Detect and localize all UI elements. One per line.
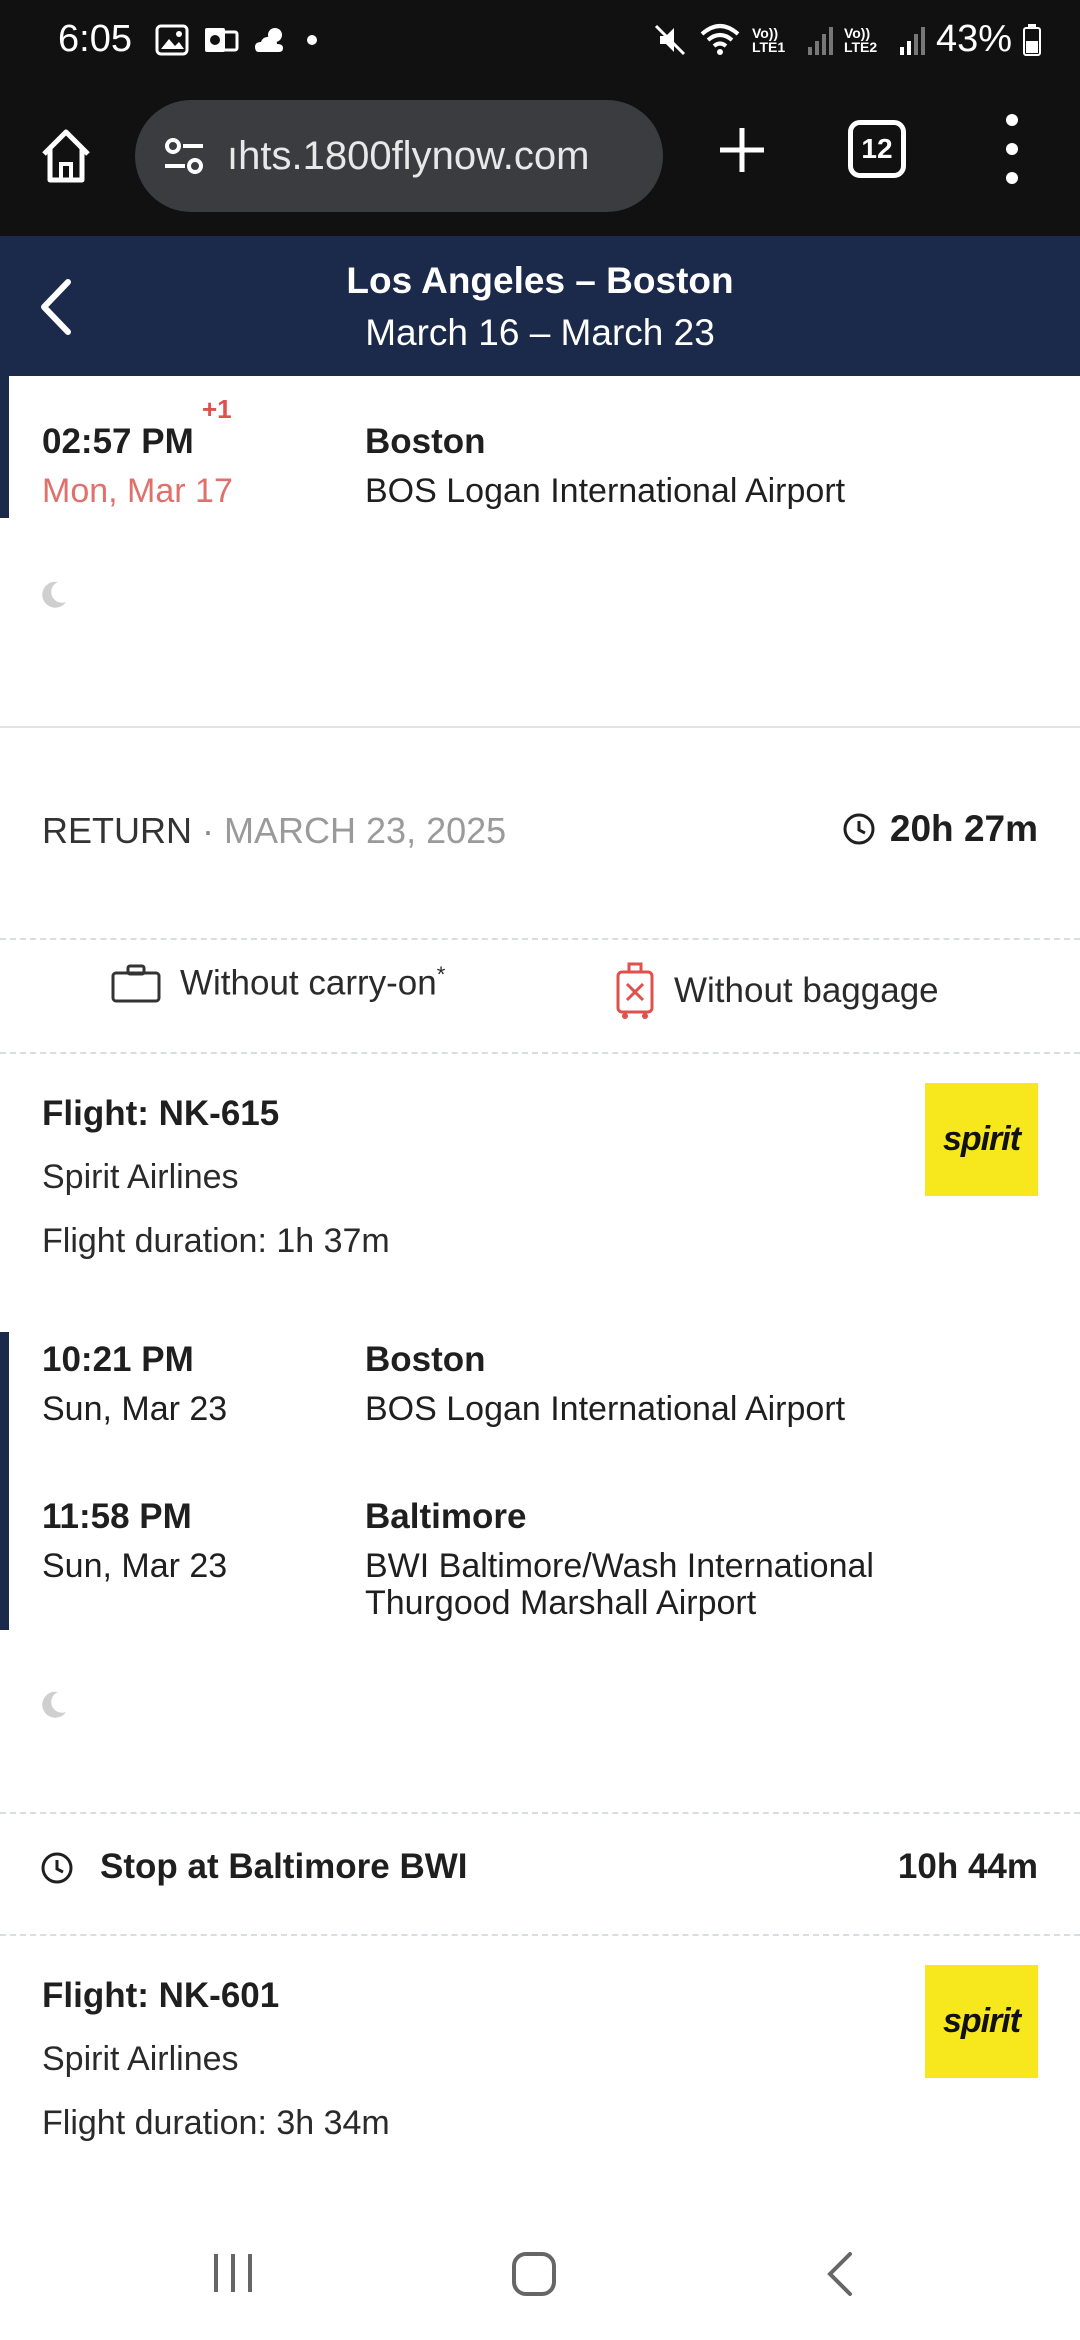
arrival-airport-line1: BWI Baltimore/Wash International bbox=[365, 1547, 874, 1585]
layover-row: Stop at Baltimore BWI 10h 44m bbox=[0, 1815, 1080, 1925]
airline-logo: spirit bbox=[925, 1083, 1038, 1196]
recent-apps-icon[interactable] bbox=[210, 2250, 256, 2296]
airline-logo: spirit bbox=[925, 1965, 1038, 2078]
dashed-divider bbox=[0, 1052, 1080, 1054]
address-bar[interactable]: ıhts.1800flynow.com bbox=[135, 100, 663, 212]
baggage-info-row: Without carry-on* Without baggage bbox=[0, 940, 1080, 1052]
signal-icon-2 bbox=[899, 26, 925, 55]
airline-name: Spirit Airlines bbox=[42, 2040, 239, 2078]
departure-time: 10:21 PM bbox=[42, 1340, 194, 1379]
no-luggage-icon bbox=[616, 962, 654, 1019]
departure-airport: BOS Logan International Airport bbox=[365, 1390, 846, 1428]
battery-icon bbox=[1023, 23, 1041, 56]
home-icon[interactable] bbox=[38, 126, 94, 186]
airline-name: Spirit Airlines bbox=[42, 1158, 239, 1196]
new-tab-icon[interactable] bbox=[712, 120, 772, 180]
arrival-airport-line2: Thurgood Marshall Airport bbox=[365, 1584, 757, 1622]
lte2-label: Vo)) LTE2 bbox=[843, 24, 878, 55]
lte1-label: Vo)) LTE1 bbox=[751, 24, 786, 55]
dashed-divider bbox=[0, 1812, 1080, 1814]
site-settings-icon[interactable] bbox=[159, 130, 211, 182]
return-duration-text: 20h 27m bbox=[889, 808, 1038, 849]
briefcase-icon bbox=[111, 964, 161, 1003]
notification-icons bbox=[155, 24, 319, 56]
return-date: MARCH 23, 2025 bbox=[224, 810, 507, 851]
day-offset-badge: +1 bbox=[202, 394, 232, 424]
segment-timeline-bar bbox=[0, 1332, 9, 1630]
return-heading: RETURN · MARCH 23, 2025 bbox=[42, 810, 506, 852]
signal-icon-1 bbox=[807, 26, 833, 55]
arrival-date: Mon, Mar 17 bbox=[42, 472, 233, 510]
tab-switcher-button[interactable]: 12 bbox=[848, 120, 906, 178]
route-title: Los Angeles – Boston bbox=[346, 260, 734, 301]
arrival-time: 11:58 PM bbox=[42, 1497, 192, 1536]
carry-on-text: Without carry-on* bbox=[180, 962, 446, 1003]
browser-toolbar: ıhts.1800flynow.com 12 bbox=[0, 84, 1080, 236]
departure-date: Sun, Mar 23 bbox=[42, 1390, 228, 1428]
dashed-divider bbox=[0, 1934, 1080, 1936]
flight-number: Flight: NK-601 bbox=[42, 1976, 280, 2015]
system-nav-bar bbox=[0, 2210, 1080, 2340]
moon-icon bbox=[42, 581, 66, 608]
wifi-icon bbox=[700, 23, 740, 55]
status-bar: 6:05 Vo)) LTE1 Vo)) LTE2 43% bbox=[0, 0, 1080, 84]
route-dates: March 16 – March 23 bbox=[365, 312, 715, 353]
return-separator: · bbox=[202, 810, 215, 851]
gallery-icon bbox=[155, 24, 189, 56]
home-nav-icon[interactable] bbox=[510, 2250, 558, 2298]
layover-duration: 10h 44m bbox=[897, 1847, 1038, 1886]
arrival-airport: BOS Logan International Airport bbox=[365, 472, 846, 510]
departure-city: Boston bbox=[365, 1340, 486, 1379]
clock-icon bbox=[41, 1852, 73, 1884]
outlook-icon bbox=[205, 28, 239, 52]
dot-icon bbox=[307, 35, 317, 45]
moon-icon bbox=[42, 1691, 66, 1718]
status-right: Vo)) LTE1 Vo)) LTE2 43% bbox=[652, 18, 1042, 61]
segment-timeline-bar bbox=[0, 376, 9, 518]
arrival-city: Baltimore bbox=[365, 1497, 527, 1536]
layover-label: Stop at Baltimore BWI bbox=[100, 1847, 468, 1886]
flight-number: Flight: NK-615 bbox=[42, 1094, 280, 1133]
arrival-city: Boston bbox=[365, 422, 486, 461]
route-header: Los Angeles – Boston March 16 – March 23 bbox=[0, 236, 1080, 376]
clock-icon bbox=[843, 813, 875, 845]
carry-on-info: Without carry-on* bbox=[110, 962, 445, 1004]
battery-percent: 43% bbox=[935, 18, 1012, 60]
flight-duration: Flight duration: 3h 34m bbox=[42, 2104, 390, 2142]
back-nav-icon[interactable] bbox=[820, 2248, 860, 2300]
more-menu-icon[interactable] bbox=[1000, 114, 1024, 184]
return-total-duration: 20h 27m bbox=[842, 808, 1038, 850]
checked-baggage-info: Without baggage bbox=[614, 962, 939, 1020]
status-time: 6:05 bbox=[58, 18, 132, 60]
return-label: RETURN bbox=[42, 810, 192, 851]
section-divider bbox=[0, 726, 1080, 728]
weather-icon bbox=[255, 28, 283, 52]
flight-duration: Flight duration: 1h 37m bbox=[42, 1222, 390, 1260]
arrival-time: 02:57 PM bbox=[42, 422, 194, 461]
checked-baggage-text: Without baggage bbox=[674, 971, 939, 1010]
url-text: ıhts.1800flynow.com bbox=[227, 133, 590, 178]
mute-icon bbox=[654, 24, 685, 55]
arrival-date: Sun, Mar 23 bbox=[42, 1547, 228, 1585]
